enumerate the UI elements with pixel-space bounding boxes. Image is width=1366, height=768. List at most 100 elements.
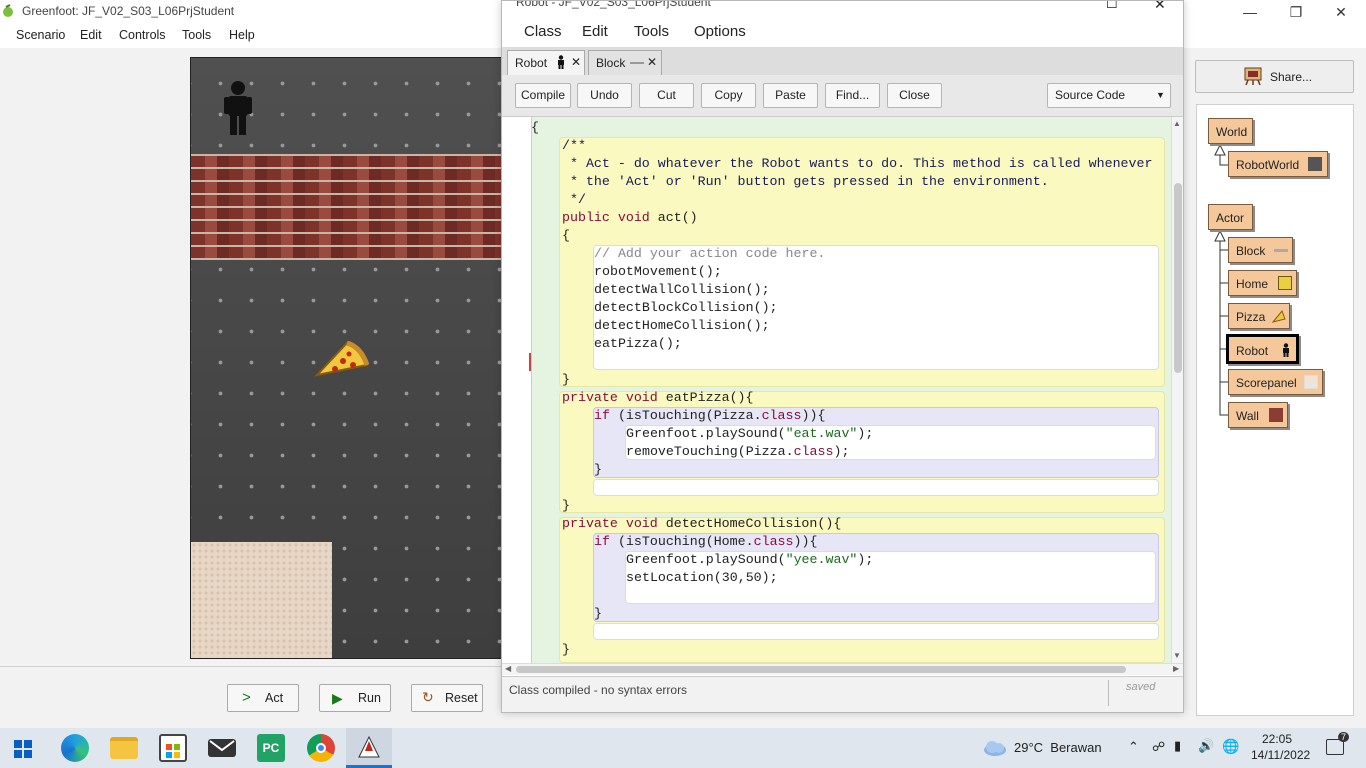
tab-robot-close-icon[interactable]: ✕ bbox=[571, 55, 581, 69]
tab-block-close-icon[interactable]: ✕ bbox=[647, 55, 657, 69]
tab-block-label: Block bbox=[596, 56, 626, 70]
pizza-actor[interactable] bbox=[313, 340, 370, 379]
robot-actor[interactable] bbox=[223, 80, 253, 136]
greenfoot-taskbar-active[interactable] bbox=[346, 728, 392, 768]
code-line: Greenfoot.playSound("eat.wav"); bbox=[626, 426, 874, 441]
home-actor[interactable] bbox=[191, 542, 332, 658]
h-scrollbar-thumb[interactable] bbox=[516, 666, 1126, 673]
scrollbar-thumb[interactable] bbox=[1174, 183, 1182, 373]
editor-title: Robot - JF_V02_S03_L06PrjStudent bbox=[516, 1, 711, 9]
device-icon[interactable]: ☍ bbox=[1152, 739, 1165, 755]
share-button[interactable]: Share... bbox=[1195, 60, 1354, 93]
code-line: } bbox=[562, 642, 570, 657]
class-actor-label: Actor bbox=[1216, 211, 1245, 225]
class-robotworld[interactable]: RobotWorld bbox=[1228, 151, 1328, 177]
copy-button[interactable]: Copy bbox=[701, 83, 756, 108]
editor-close-button[interactable]: ✕ bbox=[1154, 1, 1166, 13]
menu-controls[interactable]: Controls bbox=[119, 28, 166, 42]
menu-help[interactable]: Help bbox=[229, 28, 255, 42]
code-line: robotMovement(); bbox=[594, 264, 722, 279]
reset-button[interactable]: ↻ Reset bbox=[411, 684, 483, 712]
class-robot[interactable]: Robot bbox=[1226, 334, 1299, 364]
class-pizza-label: Pizza bbox=[1236, 310, 1266, 324]
class-world-label: World bbox=[1216, 125, 1248, 139]
chevron-up-icon[interactable]: ⌃ bbox=[1128, 739, 1139, 755]
restore-button[interactable]: ❐ bbox=[1273, 2, 1319, 22]
minimize-button[interactable]: — bbox=[1227, 2, 1273, 22]
class-robotworld-label: RobotWorld bbox=[1236, 158, 1300, 172]
code-line: detectBlockCollision(); bbox=[594, 300, 778, 315]
tab-robot[interactable]: Robot ✕ bbox=[507, 50, 585, 75]
code-line: } bbox=[562, 372, 570, 387]
editor-menu-edit[interactable]: Edit bbox=[582, 23, 608, 40]
world-thumb-icon bbox=[1308, 157, 1322, 171]
act-button[interactable]: > Act bbox=[227, 684, 299, 712]
horizontal-scrollbar[interactable]: ◀ ▶ bbox=[502, 663, 1183, 675]
class-home[interactable]: Home bbox=[1228, 270, 1297, 296]
code-editor[interactable]: { /** * Act - do whatever the Robot want… bbox=[502, 117, 1183, 663]
view-select-value: Source Code bbox=[1055, 88, 1126, 102]
close-button[interactable]: Close bbox=[887, 83, 942, 108]
code-line: private void eatPizza(){ bbox=[562, 390, 754, 405]
find-button[interactable]: Find... bbox=[825, 83, 880, 108]
menu-edit[interactable]: Edit bbox=[80, 28, 102, 42]
editor-menu-tools[interactable]: Tools bbox=[634, 23, 669, 40]
taskbar: PC 29°C Berawan ⌃ ☍ ▮ 🔊 🌐 22:05 14/11/20… bbox=[0, 728, 1366, 768]
vertical-scrollbar[interactable]: ▲ ▼ bbox=[1171, 117, 1183, 663]
edge-browser-icon[interactable] bbox=[61, 734, 89, 762]
editor-maximize-button[interactable]: ☐ bbox=[1106, 1, 1118, 12]
class-scorepanel[interactable]: Scorepanel bbox=[1228, 369, 1323, 395]
code-line: public void act() bbox=[562, 210, 698, 225]
editor-menubar: Class Edit Tools Options bbox=[502, 17, 1183, 47]
world-canvas[interactable] bbox=[190, 57, 502, 659]
act-label: Act bbox=[265, 691, 284, 705]
class-wall[interactable]: Wall bbox=[1228, 402, 1288, 428]
file-explorer-icon[interactable] bbox=[110, 737, 138, 759]
paste-button[interactable]: Paste bbox=[763, 83, 818, 108]
store-icon[interactable] bbox=[159, 734, 187, 762]
clock-time[interactable]: 22:05 bbox=[1262, 732, 1292, 746]
act-icon: > bbox=[242, 689, 251, 706]
window-title: Greenfoot: JF_V02_S03_L06PrjStudent bbox=[22, 4, 235, 18]
chrome-icon[interactable] bbox=[307, 734, 335, 762]
volume-icon[interactable]: 🔊 bbox=[1198, 738, 1214, 754]
run-button[interactable]: ▶ Run bbox=[319, 684, 391, 712]
view-select[interactable]: Source Code ▼ bbox=[1047, 83, 1171, 108]
scroll-down-icon[interactable]: ▼ bbox=[1173, 651, 1181, 660]
clock-date[interactable]: 14/11/2022 bbox=[1251, 748, 1310, 762]
network-globe-icon[interactable]: 🌐 bbox=[1222, 738, 1239, 755]
compile-status: Class compiled - no syntax errors bbox=[509, 683, 688, 697]
editor-menu-class[interactable]: Class bbox=[524, 23, 562, 40]
menu-scenario[interactable]: Scenario bbox=[16, 28, 65, 42]
mail-icon[interactable] bbox=[208, 739, 236, 757]
code-line: { bbox=[562, 228, 570, 243]
class-block[interactable]: Block bbox=[1228, 237, 1293, 263]
pycharm-icon[interactable]: PC bbox=[257, 734, 285, 762]
editor-menu-options[interactable]: Options bbox=[694, 23, 746, 40]
class-actor[interactable]: Actor bbox=[1208, 204, 1253, 230]
weather-text[interactable]: 29°C Berawan bbox=[1014, 740, 1102, 755]
chevron-down-icon: ▼ bbox=[1156, 90, 1165, 100]
compile-button[interactable]: Compile bbox=[515, 83, 571, 108]
scroll-up-icon[interactable]: ▲ bbox=[1173, 119, 1181, 128]
scroll-right-icon[interactable]: ▶ bbox=[1173, 664, 1179, 673]
block-thumb-icon bbox=[1274, 249, 1288, 252]
reset-icon: ↻ bbox=[422, 689, 434, 705]
undo-button[interactable]: Undo bbox=[577, 83, 632, 108]
class-world[interactable]: World bbox=[1208, 118, 1253, 144]
class-pizza[interactable]: Pizza bbox=[1228, 303, 1290, 329]
cut-button[interactable]: Cut bbox=[639, 83, 694, 108]
close-window-button[interactable]: ✕ bbox=[1318, 2, 1364, 22]
battery-icon[interactable]: ▮ bbox=[1174, 738, 1181, 754]
code-line: */ bbox=[562, 192, 586, 207]
wall-actor[interactable] bbox=[191, 154, 501, 260]
code-line: detectWallCollision(); bbox=[594, 282, 770, 297]
scroll-left-icon[interactable]: ◀ bbox=[505, 664, 511, 673]
code-line: } bbox=[562, 498, 570, 513]
menu-tools[interactable]: Tools bbox=[182, 28, 211, 42]
weather-cloud-icon[interactable] bbox=[982, 739, 1008, 757]
block-tab-icon bbox=[630, 62, 644, 64]
status-divider bbox=[1108, 680, 1109, 706]
tab-block[interactable]: Block ✕ bbox=[588, 50, 662, 75]
windows-start-icon[interactable] bbox=[14, 740, 32, 758]
